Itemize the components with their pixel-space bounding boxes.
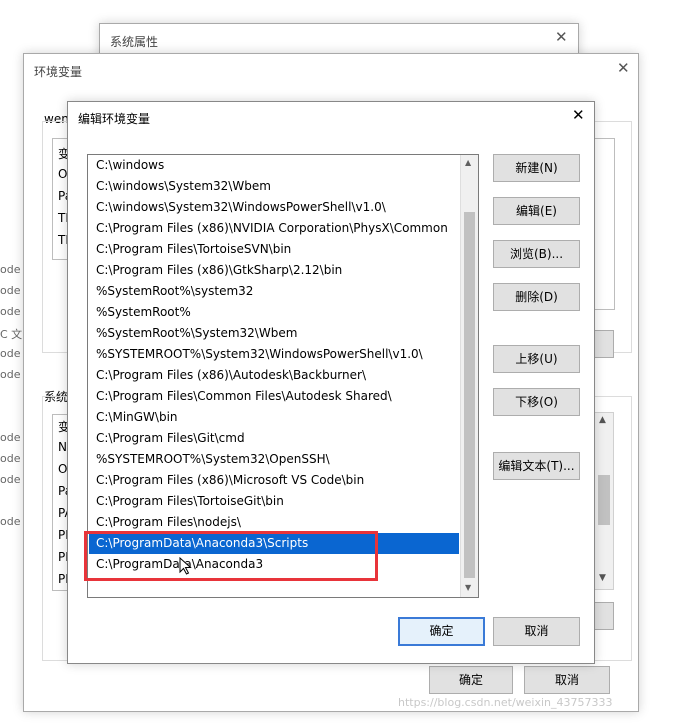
path-item[interactable]: C:\MinGW\bin bbox=[89, 407, 459, 428]
list-item[interactable]: N bbox=[58, 440, 67, 454]
bg-fragment: C 文 bbox=[0, 328, 23, 341]
path-item[interactable]: C:\Program Files (x86)\GtkSharp\2.12\bin bbox=[89, 260, 459, 281]
mouse-cursor-icon bbox=[179, 557, 192, 575]
user-vars-list-right-edge bbox=[592, 138, 615, 310]
watermark: https://blog.csdn.net/weixin_43757333 bbox=[398, 696, 613, 709]
scroll-down-icon[interactable]: ▼ bbox=[599, 573, 606, 583]
window-title: 环境变量 bbox=[34, 65, 83, 79]
bg-fragment: ode bbox=[0, 284, 21, 297]
scroll-up-icon[interactable]: ▲ bbox=[465, 158, 471, 167]
env-ok-button[interactable]: 确定 bbox=[429, 666, 513, 694]
user-vars-edge-button[interactable] bbox=[592, 330, 614, 358]
path-item[interactable]: C:\windows\System32\WindowsPowerShell\v1… bbox=[89, 197, 459, 218]
scroll-thumb[interactable] bbox=[598, 475, 610, 525]
path-rows: C:\windows C:\windows\System32\Wbem C:\win… bbox=[89, 155, 459, 595]
bg-fragment: ode bbox=[0, 473, 21, 486]
path-item[interactable]: C:\windows bbox=[89, 155, 459, 176]
bg-fragment: ode bbox=[0, 263, 21, 276]
dialog-title: 编辑环境变量 bbox=[78, 112, 151, 126]
cancel-button[interactable]: 取消 bbox=[493, 617, 580, 646]
scroll-down-icon[interactable]: ▼ bbox=[465, 583, 471, 592]
move-down-button[interactable]: 下移(O) bbox=[493, 388, 580, 416]
ok-button[interactable]: 确定 bbox=[398, 617, 485, 646]
path-item[interactable]: C:\Program Files\TortoiseGit\bin bbox=[89, 491, 459, 512]
scroll-up-icon[interactable]: ▲ bbox=[599, 415, 606, 425]
path-item[interactable]: C:\Program Files (x86)\Autodesk\Backburn… bbox=[89, 365, 459, 386]
edit-env-variable-dialog: 编辑环境变量 ✕ C:\windows C:\windows\System32\W… bbox=[67, 101, 595, 664]
close-icon[interactable]: ✕ bbox=[617, 61, 630, 76]
window-title: 系统属性 bbox=[110, 35, 159, 49]
bg-fragment: ode bbox=[0, 515, 21, 528]
delete-button[interactable]: 删除(D) bbox=[493, 283, 580, 311]
path-list-scrollbar[interactable]: ▲ ▼ bbox=[460, 155, 478, 597]
bg-fragment: ode bbox=[0, 305, 21, 318]
env-cancel-button[interactable]: 取消 bbox=[524, 666, 610, 694]
path-item[interactable]: %SYSTEMROOT%\System32\OpenSSH\ bbox=[89, 449, 459, 470]
edit-button[interactable]: 编辑(E) bbox=[493, 197, 580, 225]
move-up-button[interactable]: 上移(U) bbox=[493, 345, 580, 373]
new-button[interactable]: 新建(N) bbox=[493, 154, 580, 182]
path-item[interactable]: C:\windows\System32\Wbem bbox=[89, 176, 459, 197]
browse-button[interactable]: 浏览(B)... bbox=[493, 240, 580, 268]
path-item[interactable]: %SYSTEMROOT%\System32\WindowsPowerShell\… bbox=[89, 344, 459, 365]
bg-fragment: ode bbox=[0, 347, 21, 360]
bg-fragment: ode bbox=[0, 368, 21, 381]
bg-fragment: ode bbox=[0, 452, 21, 465]
path-item[interactable]: %SystemRoot% bbox=[89, 302, 459, 323]
close-icon[interactable]: ✕ bbox=[572, 108, 585, 123]
path-item[interactable]: %SystemRoot%\System32\Wbem bbox=[89, 323, 459, 344]
path-item[interactable]: C:\Program Files (x86)\Microsoft VS Code… bbox=[89, 470, 459, 491]
path-item[interactable]: C:\Program Files\TortoiseSVN\bin bbox=[89, 239, 459, 260]
bg-fragment: ode bbox=[0, 431, 21, 444]
path-item[interactable]: C:\Program Files\Common Files\Autodesk S… bbox=[89, 386, 459, 407]
path-item[interactable]: C:\Program Files (x86)\NVIDIA Corporatio… bbox=[89, 218, 459, 239]
highlight-box bbox=[84, 531, 378, 581]
scroll-thumb[interactable] bbox=[464, 212, 475, 578]
path-item[interactable]: C:\Program Files\nodejs\ bbox=[89, 512, 459, 533]
close-icon[interactable]: ✕ bbox=[555, 30, 568, 45]
edit-text-button[interactable]: 编辑文本(T)... bbox=[493, 452, 580, 480]
path-item[interactable]: C:\Program Files\Git\cmd bbox=[89, 428, 459, 449]
path-item[interactable]: %SystemRoot%\system32 bbox=[89, 281, 459, 302]
system-vars-scrollbar[interactable]: ▲ ▼ bbox=[594, 412, 614, 590]
